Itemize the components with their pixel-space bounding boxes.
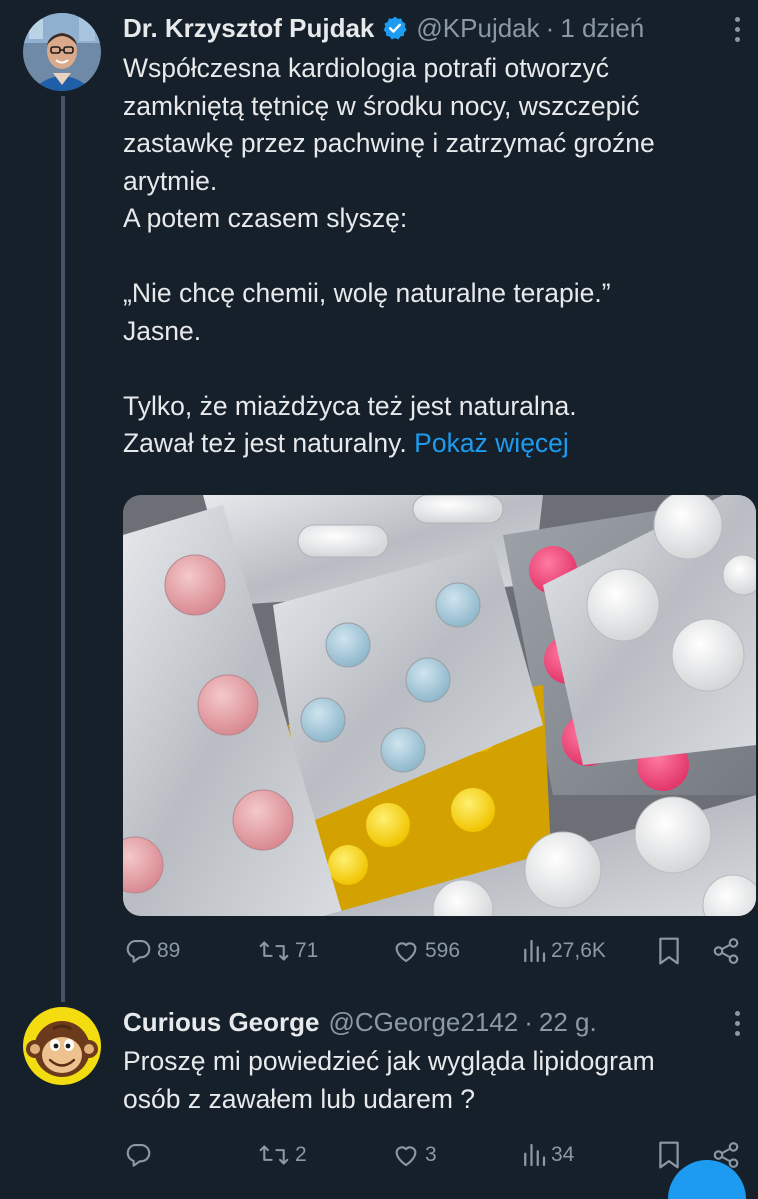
like-button[interactable]: 596 [391,931,460,971]
reply-timestamp[interactable]: 22 g. [539,1007,597,1038]
reply-header-separator: · [524,1006,533,1037]
reply-reply-button[interactable] [123,1135,157,1175]
reply-text-line: Proszę mi powiedzieć jak wygląda lipidog… [123,1046,655,1076]
views-chart-icon [521,936,547,966]
reply-actions: 2 3 34 [123,1135,748,1175]
tweet-text-line [123,350,743,388]
timeline: Dr. Krzysztof Pujdak @KPujdak · 1 dzień … [0,0,758,1199]
tweet-text: Współczesna kardiologia potrafi otworzyć… [123,50,743,463]
reply-header: Curious George @CGeorge2142 · 22 g. [123,1004,597,1040]
reply-count: 89 [157,939,181,962]
heart-icon [391,1140,421,1170]
reply-icon [123,936,153,966]
reply-text: Proszę mi powiedzieć jak wygląda lipidog… [123,1043,743,1118]
tweet-timestamp[interactable]: 1 dzień [560,13,644,44]
bookmark-icon [655,1139,683,1171]
more-options-icon[interactable] [732,12,742,46]
author-handle[interactable]: @KPujdak [416,13,539,44]
views-chart-icon [521,1140,547,1170]
heart-icon [391,936,421,966]
share-icon [711,936,741,966]
tweet-text-last: Zawał też jest naturalny. [123,428,407,458]
reply-repost-button[interactable]: 2 [257,1135,307,1175]
author-avatar[interactable] [23,13,101,91]
reply-more-options-icon[interactable] [732,1006,742,1040]
tweet-actions: 89 71 596 27,6K [123,931,748,971]
tweet-text-line: Tylko, że miażdżyca też jest naturalna. [123,390,577,421]
tweet-text-last-line: Zawał też jest naturalny. Pokaż więcej [123,425,743,463]
reply-views-button[interactable]: 34 [521,1135,574,1175]
repost-count: 71 [295,939,319,962]
repost-icon [257,1140,291,1170]
tweet-text-line: arytmie. [123,165,218,196]
bookmark-button[interactable] [655,931,683,971]
thread-connector-line [61,96,65,1002]
repost-icon [257,936,291,966]
tweet-header: Dr. Krzysztof Pujdak @KPujdak · 1 dzień [123,10,644,46]
views-count: 27,6K [551,939,606,962]
reply-text-line: osób z zawałem lub udarem ? [123,1083,476,1114]
bookmark-icon [655,935,683,967]
reply-bookmark-button[interactable] [655,1135,683,1175]
reply-repost-count: 2 [295,1143,307,1166]
tweet-media-photo[interactable] [123,495,756,916]
repost-button[interactable]: 71 [257,931,318,971]
tweet-text-line: „Nie chcę chemii, wolę naturalne terapie… [123,278,611,308]
views-button[interactable]: 27,6K [521,931,606,971]
reply-author-avatar[interactable] [23,1007,101,1085]
reply-like-count: 3 [425,1143,437,1166]
tweet-text-line: Jasne. [123,315,202,346]
header-separator: · [545,12,555,43]
show-more-link[interactable]: Pokaż więcej [414,428,569,458]
reply-icon [123,1140,153,1170]
tweet-text-line: Współczesna kardiologia potrafi otworzyć [123,53,610,83]
reply-like-button[interactable]: 3 [391,1135,437,1175]
tweet-text-line [123,238,743,276]
reply-button[interactable]: 89 [123,931,180,971]
like-count: 596 [425,939,461,962]
reply-author-name[interactable]: Curious George [123,1007,319,1038]
share-button[interactable] [711,931,741,971]
author-name[interactable]: Dr. Krzysztof Pujdak [123,13,374,44]
tweet-text-line: A potem czasem slyszę: [123,203,408,233]
tweet-text-line: zamkniętą tętnicę w środku nocy, wszczep… [123,90,640,121]
verified-badge-icon [382,15,408,41]
tweet-text-line: zastawkę przez pachwinę i zatrzymać groź… [123,128,655,158]
reply-author-handle[interactable]: @CGeorge2142 [328,1007,518,1038]
reply-views-count: 34 [551,1143,575,1166]
